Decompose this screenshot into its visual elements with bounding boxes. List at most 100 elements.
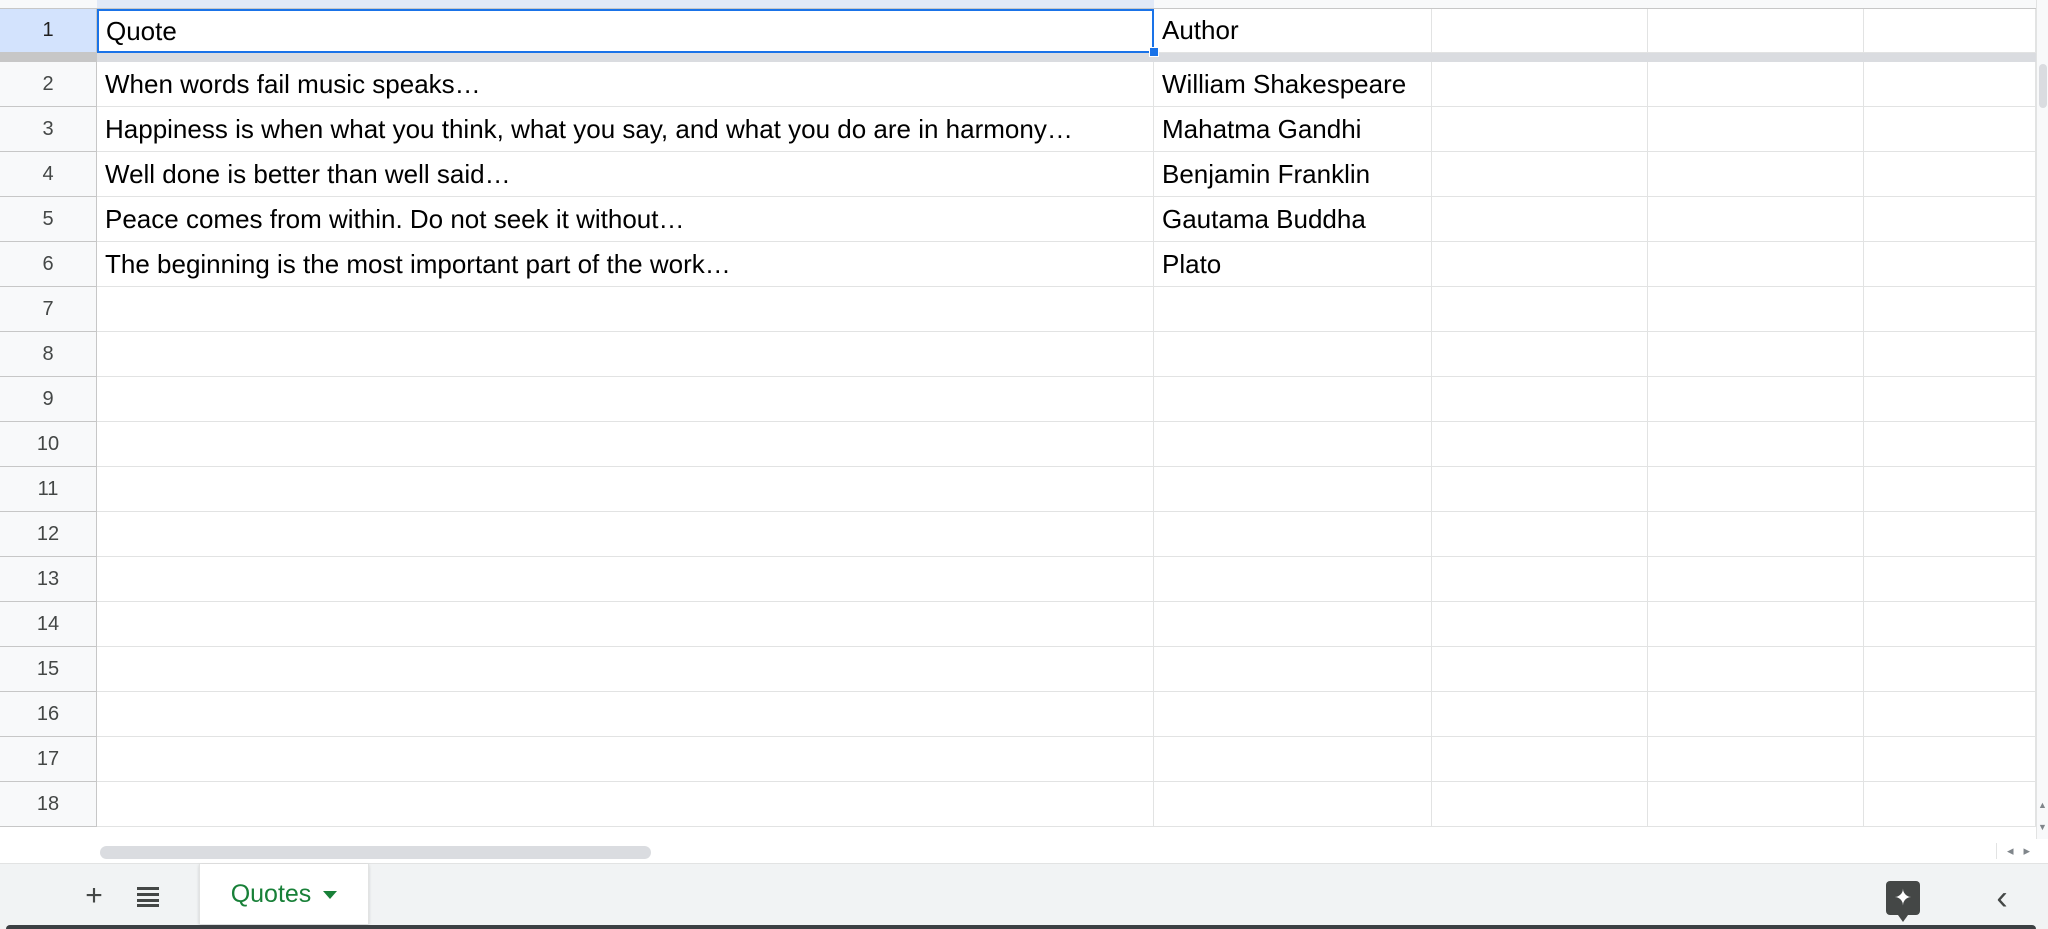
grid-cell[interactable]	[1864, 692, 2036, 737]
grid-cell[interactable]: William Shakespeare	[1154, 62, 1432, 107]
grid-cell[interactable]	[1648, 9, 1864, 53]
grid-cell[interactable]	[1864, 332, 2036, 377]
grid-cell[interactable]	[1864, 422, 2036, 467]
grid-cell[interactable]	[1432, 107, 1648, 152]
row-header[interactable]: 16	[0, 692, 97, 737]
grid-cell[interactable]	[1432, 197, 1648, 242]
grid-cell[interactable]	[97, 512, 1154, 557]
row-header[interactable]: 11	[0, 467, 97, 512]
row-header[interactable]: 9	[0, 377, 97, 422]
grid-cell[interactable]	[97, 647, 1154, 692]
grid-cell[interactable]: Mahatma Gandhi	[1154, 107, 1432, 152]
grid-cell[interactable]	[1432, 9, 1648, 53]
grid-cell[interactable]: Quote	[97, 9, 1154, 53]
grid-cell[interactable]	[1864, 9, 2036, 53]
selection-fill-handle[interactable]	[1149, 47, 1159, 57]
grid-cell[interactable]: When words fail music speaks…	[97, 62, 1154, 107]
grid-cell[interactable]	[1864, 287, 2036, 332]
grid-cell[interactable]	[1864, 512, 2036, 557]
grid-cell[interactable]: Benjamin Franklin	[1154, 152, 1432, 197]
grid-cell[interactable]	[1648, 647, 1864, 692]
grid-cell[interactable]	[97, 557, 1154, 602]
explore-icon[interactable]: ✦	[1886, 881, 1920, 922]
grid-cell[interactable]	[1432, 152, 1648, 197]
grid-cell[interactable]: Well done is better than well said…	[97, 152, 1154, 197]
grid-cell[interactable]	[1648, 557, 1864, 602]
grid-cell[interactable]	[97, 467, 1154, 512]
row-header[interactable]: 13	[0, 557, 97, 602]
row-header[interactable]: 18	[0, 782, 97, 827]
grid-cell[interactable]	[1648, 602, 1864, 647]
grid-cell[interactable]	[1432, 737, 1648, 782]
grid-cell[interactable]	[1864, 467, 2036, 512]
grid-cell[interactable]	[1154, 332, 1432, 377]
grid-cell[interactable]	[1864, 197, 2036, 242]
grid-cell[interactable]: Plato	[1154, 242, 1432, 287]
horizontal-scrollbar-thumb[interactable]	[100, 846, 651, 859]
scroll-left-icon[interactable]: ◂	[2007, 843, 2014, 859]
grid-cell[interactable]	[1648, 467, 1864, 512]
grid-cell[interactable]	[97, 692, 1154, 737]
row-header[interactable]: 6	[0, 242, 97, 287]
grid-cell[interactable]	[1154, 467, 1432, 512]
grid-cell[interactable]	[1154, 647, 1432, 692]
grid-cell[interactable]	[97, 782, 1154, 827]
grid-cell[interactable]	[1648, 782, 1864, 827]
row-header[interactable]: 2	[0, 62, 97, 107]
grid-cell[interactable]	[1432, 377, 1648, 422]
grid-cell[interactable]	[1432, 602, 1648, 647]
scroll-right-icon[interactable]: ▸	[2023, 843, 2030, 859]
grid-cell[interactable]	[97, 422, 1154, 467]
row-header[interactable]: 17	[0, 737, 97, 782]
horizontal-scrollbar[interactable]: ◂ ▸	[97, 841, 2036, 863]
vertical-scrollbar[interactable]: ▲ ▼	[2036, 0, 2048, 839]
row-header[interactable]: 4	[0, 152, 97, 197]
row-header[interactable]: 14	[0, 602, 97, 647]
row-header[interactable]: 1	[0, 9, 97, 53]
grid-cell[interactable]: Author	[1154, 9, 1432, 53]
grid-cell[interactable]	[1648, 152, 1864, 197]
grid-cell[interactable]	[1432, 62, 1648, 107]
grid-cell[interactable]	[1154, 287, 1432, 332]
grid-cell[interactable]	[1648, 332, 1864, 377]
grid-cell[interactable]	[1432, 647, 1648, 692]
row-header[interactable]: 15	[0, 647, 97, 692]
row-header[interactable]: 8	[0, 332, 97, 377]
grid-cell[interactable]	[1864, 602, 2036, 647]
grid-cell[interactable]	[1154, 422, 1432, 467]
grid-cell[interactable]: Gautama Buddha	[1154, 197, 1432, 242]
grid-cell[interactable]	[1864, 737, 2036, 782]
grid-cell[interactable]	[97, 332, 1154, 377]
grid-cell[interactable]	[1648, 107, 1864, 152]
row-header[interactable]: 3	[0, 107, 97, 152]
grid-cell[interactable]	[1154, 782, 1432, 827]
vertical-scrollbar-thumb[interactable]	[2039, 64, 2047, 108]
plus-icon[interactable]: +	[74, 876, 114, 916]
grid-cell[interactable]	[1432, 242, 1648, 287]
grid-cell[interactable]	[97, 602, 1154, 647]
grid-cell[interactable]	[1432, 467, 1648, 512]
grid-cell[interactable]	[1432, 287, 1648, 332]
frozen-row-divider[interactable]	[0, 53, 2036, 62]
chevron-left-icon[interactable]: ‹	[1984, 878, 2020, 918]
row-header[interactable]: 7	[0, 287, 97, 332]
grid-cell[interactable]	[1864, 107, 2036, 152]
scroll-up-icon[interactable]: ▲	[2038, 800, 2047, 810]
grid-cell[interactable]	[1154, 557, 1432, 602]
grid-cell[interactable]: Peace comes from within. Do not seek it …	[97, 197, 1154, 242]
caret-down-icon[interactable]	[323, 891, 338, 899]
grid-cell[interactable]	[1154, 737, 1432, 782]
grid-cell[interactable]	[1648, 62, 1864, 107]
grid-cell[interactable]	[1648, 512, 1864, 557]
grid-cell[interactable]	[1648, 422, 1864, 467]
list-icon[interactable]	[128, 876, 168, 916]
row-header[interactable]: 5	[0, 197, 97, 242]
grid-cell[interactable]	[1432, 692, 1648, 737]
column-header-a[interactable]	[97, 0, 1154, 8]
grid-cell[interactable]	[97, 287, 1154, 332]
grid-cell[interactable]	[1432, 422, 1648, 467]
grid-cell[interactable]	[97, 737, 1154, 782]
grid-cell[interactable]	[1864, 647, 2036, 692]
grid-cell[interactable]	[1432, 557, 1648, 602]
grid-cell[interactable]	[1648, 242, 1864, 287]
